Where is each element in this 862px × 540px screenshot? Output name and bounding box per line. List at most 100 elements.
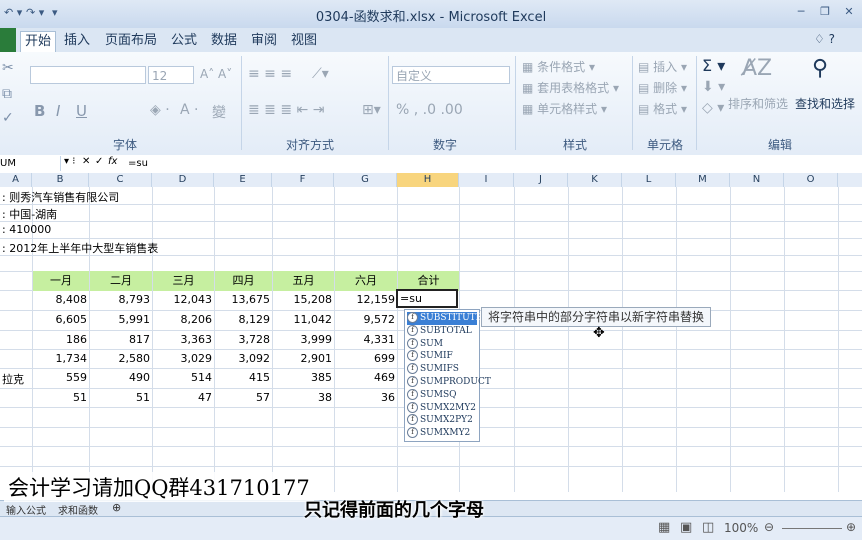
column-header[interactable]: N xyxy=(730,173,784,187)
namebox-dropdown-icon[interactable]: ▾ ⁝ xyxy=(64,156,75,167)
table-cell[interactable]: 469 xyxy=(339,371,395,384)
active-cell-editor[interactable]: =su xyxy=(396,289,458,308)
autocomplete-item[interactable]: f SUMSQ xyxy=(407,388,477,402)
column-header[interactable]: A xyxy=(0,173,32,187)
phonetic-icon[interactable]: 變 xyxy=(212,102,226,122)
table-cell[interactable]: 699 xyxy=(339,352,395,365)
column-header[interactable]: F xyxy=(272,173,334,187)
table-cell[interactable]: 8,793 xyxy=(94,293,151,306)
autocomplete-item[interactable]: f SUMIFS xyxy=(407,363,477,376)
tab-formulas[interactable]: 公式 xyxy=(167,31,201,52)
table-cell[interactable]: 817 xyxy=(94,333,150,346)
merge-icon[interactable]: ⊞▾ xyxy=(362,102,381,118)
autocomplete-item[interactable]: f SUMX2MY2 xyxy=(407,401,477,415)
table-cell[interactable]: 559 xyxy=(31,371,87,384)
name-box[interactable]: UM xyxy=(0,156,61,171)
fill-icon[interactable]: ⬇ ▾ xyxy=(702,79,725,95)
autosum-icon[interactable]: Σ ▾ xyxy=(702,56,725,75)
format-painter-icon[interactable]: ✓ xyxy=(2,110,14,126)
cell-style-button[interactable]: ▦ 单元格样式 ▾ xyxy=(522,100,607,117)
column-header[interactable]: G xyxy=(334,173,397,187)
table-cell[interactable]: 186 xyxy=(31,333,87,346)
table-cell[interactable]: 8,129 xyxy=(214,313,271,326)
table-cell[interactable]: 8,408 xyxy=(31,293,88,306)
table-cell[interactable]: 3,363 xyxy=(156,333,213,346)
percent-icon[interactable]: % , .0 .00 xyxy=(396,102,463,118)
table-cell[interactable]: 15,208 xyxy=(276,293,333,306)
orientation-icon[interactable]: ⟋▾ xyxy=(312,66,329,82)
autocomplete-item[interactable]: f SUMPRODUCT xyxy=(407,376,491,389)
delete-cells-button[interactable]: ▤ 删除 ▾ xyxy=(638,79,687,96)
zoom-in-icon[interactable]: ⊕ xyxy=(846,520,856,534)
insert-function-icon[interactable]: fx xyxy=(108,156,117,167)
zoom-slider[interactable] xyxy=(782,528,842,529)
table-cell[interactable]: 3,092 xyxy=(214,352,271,365)
find-icon[interactable]: ⚲ xyxy=(812,56,828,81)
italic-button[interactable]: I xyxy=(56,102,60,120)
cancel-icon[interactable]: ✕ xyxy=(82,156,90,167)
column-header[interactable]: E xyxy=(214,173,272,187)
autocomplete-item[interactable]: f SUMX2PY2 xyxy=(407,414,477,427)
column-header[interactable]: O xyxy=(784,173,838,187)
tab-review[interactable]: 审阅 xyxy=(247,31,281,52)
sheet-tab[interactable]: 求和函数 xyxy=(58,502,98,517)
page-break-view-icon[interactable]: ◫ xyxy=(702,520,714,535)
copy-icon[interactable]: ⧉ xyxy=(2,86,12,102)
file-tab[interactable] xyxy=(0,28,16,52)
table-cell[interactable]: 51 xyxy=(94,391,150,404)
autocomplete-item[interactable]: f SUBSTITUTE xyxy=(407,312,482,325)
table-cell[interactable]: 47 xyxy=(156,391,212,404)
normal-view-icon[interactable]: ▦ xyxy=(658,520,670,535)
number-format-select[interactable]: 自定义 xyxy=(392,66,510,84)
autocomplete-item[interactable]: f SUM xyxy=(407,337,477,351)
table-cell[interactable]: 12,159 xyxy=(339,293,396,306)
table-cell[interactable]: 57 xyxy=(214,391,270,404)
help-icon[interactable]: ♢ ? xyxy=(810,29,839,50)
tab-page-layout[interactable]: 页面布局 xyxy=(101,31,161,52)
tab-data[interactable]: 数据 xyxy=(207,31,241,52)
table-cell[interactable]: 6,605 xyxy=(31,313,88,326)
format-cells-button[interactable]: ▤ 格式 ▾ xyxy=(638,100,687,117)
bold-button[interactable]: B xyxy=(34,102,45,120)
minimize-icon[interactable]: ─ xyxy=(790,4,812,20)
new-sheet-icon[interactable]: ⊕ xyxy=(112,501,121,514)
table-cell[interactable]: 514 xyxy=(156,371,212,384)
column-header[interactable]: M xyxy=(676,173,730,187)
table-cell[interactable]: 3,728 xyxy=(214,333,271,346)
table-format-button[interactable]: ▦ 套用表格格式 ▾ xyxy=(522,79,619,96)
cut-icon[interactable]: ✂ xyxy=(2,60,14,76)
clear-icon[interactable]: ◇ ▾ xyxy=(702,100,724,116)
font-grow-icon[interactable]: A˄ A˅ xyxy=(200,67,232,81)
column-header[interactable]: L xyxy=(622,173,676,187)
sort-filter-button[interactable]: 排序和筛选 xyxy=(728,95,788,112)
find-select-button[interactable]: 查找和选择 xyxy=(795,95,855,112)
table-cell[interactable]: 415 xyxy=(214,371,270,384)
font-color-icon[interactable]: A · xyxy=(180,102,198,118)
table-cell[interactable]: 38 xyxy=(276,391,332,404)
tab-view[interactable]: 视图 xyxy=(287,31,321,52)
column-header[interactable]: B xyxy=(32,173,89,187)
autocomplete-item[interactable]: f SUBTOTAL xyxy=(407,324,477,338)
table-cell[interactable]: 51 xyxy=(31,391,87,404)
page-layout-view-icon[interactable]: ▣ xyxy=(680,520,692,535)
table-cell[interactable]: 11,042 xyxy=(276,313,333,326)
table-cell[interactable]: 3,999 xyxy=(276,333,333,346)
function-autocomplete-list[interactable]: f SUBSTITUTE f SUBTOTAL f SUM f SUMIF f SUMIFS f SU… xyxy=(404,309,491,442)
font-name-input[interactable] xyxy=(30,66,146,84)
table-cell[interactable]: 12,043 xyxy=(156,293,213,306)
tab-home[interactable]: 开始 xyxy=(20,31,57,53)
align-top-icon[interactable]: ≡ ≡ ≡ xyxy=(248,66,292,82)
column-header[interactable]: C xyxy=(89,173,152,187)
table-cell[interactable]: 8,206 xyxy=(156,313,213,326)
underline-button[interactable]: U xyxy=(76,102,87,120)
insert-cells-button[interactable]: ▤ 插入 ▾ xyxy=(638,58,687,75)
table-cell[interactable]: 1,734 xyxy=(31,352,88,365)
align-left-icon[interactable]: ≣ ≣ ≣ ⇤ ⇥ xyxy=(248,102,324,118)
formula-input[interactable]: =su xyxy=(128,156,148,171)
table-cell[interactable]: 2,580 xyxy=(94,352,151,365)
column-header[interactable]: D xyxy=(152,173,214,187)
column-header[interactable]: J xyxy=(514,173,568,187)
table-cell[interactable]: 385 xyxy=(276,371,332,384)
table-cell[interactable]: 4,331 xyxy=(339,333,396,346)
sheet-tab[interactable]: 输入公式 xyxy=(6,502,46,517)
